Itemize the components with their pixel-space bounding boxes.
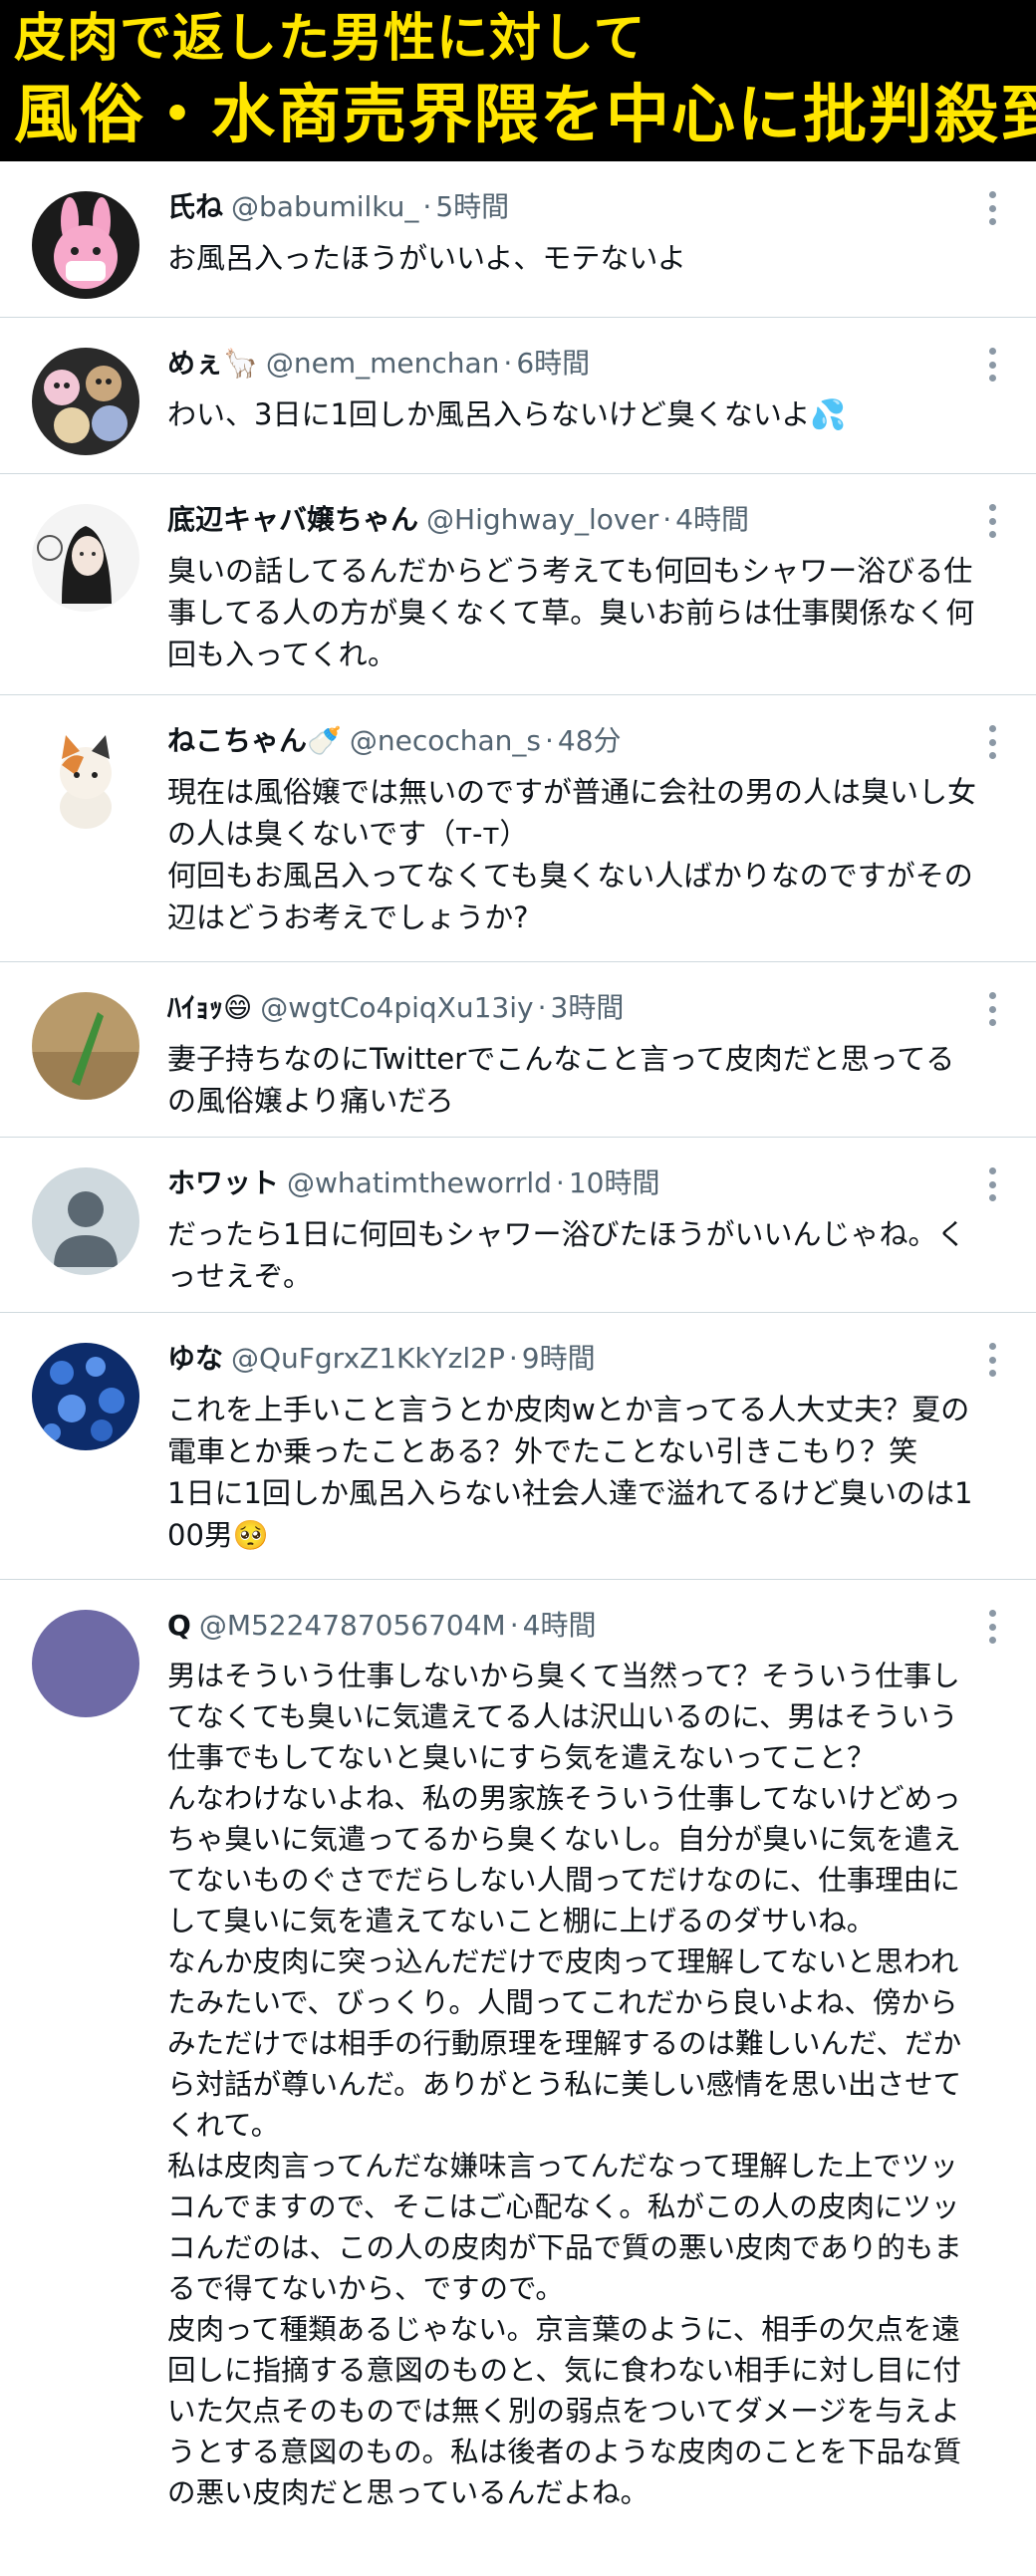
more-vertical-icon[interactable] <box>988 725 996 759</box>
more-vertical-icon[interactable] <box>988 191 996 225</box>
author-handle[interactable]: @QuFgrxZ1KkYzl2P <box>231 1342 505 1375</box>
avatar[interactable] <box>32 992 139 1100</box>
author-handle[interactable]: @wgtCo4piqXu13iy <box>260 991 533 1024</box>
headline-line-2: 風俗・水商売界隈を中心に批判殺到 <box>14 79 1036 152</box>
tweet-text: 臭いの話してるんだからどう考えても何回もシャワー浴びる仕事してる人の方が臭くなく… <box>167 554 975 671</box>
separator-dot: · <box>662 503 672 536</box>
reply-tweet[interactable]: ホワット @whatimtheworrld · 10時間 だったら1日に何回もシャワー… <box>0 1138 1036 1313</box>
author-name[interactable]: Q <box>167 1609 191 1642</box>
timestamp[interactable]: 10時間 <box>569 1166 660 1199</box>
tweet-text: わい、3日に1回しか風呂入らないけど臭くないよ💦 <box>167 397 847 431</box>
reply-tweet[interactable]: ゆな @QuFgrxZ1KkYzl2P · 9時間 これを上手いこと言うとか皮肉wとか… <box>0 1313 1036 1580</box>
more-vertical-icon[interactable] <box>988 1167 996 1201</box>
timestamp[interactable]: 6時間 <box>516 347 590 380</box>
author-handle[interactable]: @nem_menchan <box>266 347 500 380</box>
tweet-text: 現在は風俗嬢では無いのですが普通に会社の男の人は臭いし女の人は臭くないです（ᴛ-… <box>167 775 977 934</box>
tweet-text: 男はそういう仕事しないから臭くて当然って？そういう仕事してなくても臭いに気遣えて… <box>167 1660 962 2509</box>
timestamp[interactable]: 3時間 <box>551 991 625 1024</box>
tweet-text: 妻子持ちなのにTwitterでこんなこと言って皮肉だと思ってるの風俗嬢より痛いだ… <box>167 1042 955 1118</box>
headline-line-1: 皮肉で返した男性に対して <box>14 9 647 69</box>
default-person-avatar <box>32 1167 139 1275</box>
avatar[interactable] <box>32 191 139 299</box>
avatar[interactable] <box>32 1343 139 1450</box>
author-name[interactable]: 氏ね <box>167 190 223 223</box>
author-name[interactable]: めぇ🦙 <box>167 347 258 380</box>
avatar[interactable] <box>32 348 139 455</box>
more-vertical-icon[interactable] <box>988 348 996 382</box>
author-handle[interactable]: @necochan_s <box>350 724 541 757</box>
avatar[interactable] <box>32 1167 139 1275</box>
reply-tweet[interactable]: 底辺キャバ嬢ちゃん @Highway_lover · 4時間 臭いの話してるんだからど… <box>0 474 1036 695</box>
headline-banner: 皮肉で返した男性に対して 風俗・水商売界隈を中心に批判殺到 <box>0 0 1036 161</box>
separator-dot: · <box>422 190 432 223</box>
sketch-girl-avatar <box>32 504 139 612</box>
reply-feed: 氏ね @babumilku_ · 5時間 お風呂入ったほうがいいよ、モテないよ めぇ🦙… <box>0 161 1036 2576</box>
author-name[interactable]: 底辺キャバ嬢ちゃん <box>167 503 418 536</box>
timestamp[interactable]: 9時間 <box>522 1342 596 1375</box>
reply-tweet[interactable]: ﾊｲｮｯ😄 @wgtCo4piqXu13iy · 3時間 妻子持ちなのにTwitter… <box>0 962 1036 1138</box>
more-vertical-icon[interactable] <box>988 1343 996 1377</box>
avatar[interactable] <box>32 725 139 833</box>
separator-dot: · <box>545 724 554 757</box>
more-vertical-icon[interactable] <box>988 504 996 538</box>
separator-dot: · <box>503 347 513 380</box>
timestamp[interactable]: 4時間 <box>523 1609 597 1642</box>
purple-circle-avatar <box>32 1610 139 1717</box>
timestamp[interactable]: 48分 <box>558 724 622 757</box>
avatar[interactable] <box>32 1610 139 1717</box>
author-name[interactable]: ねこちゃん🍼 <box>167 724 342 757</box>
separator-dot: · <box>537 991 547 1024</box>
separator-dot: · <box>508 1342 518 1375</box>
pink-bunny-mask-avatar <box>32 191 139 299</box>
calico-cat-avatar <box>32 725 139 833</box>
reply-tweet[interactable]: Q @M5224787056704M · 4時間 男はそういう仕事しないから臭くて当然… <box>0 1580 1036 2576</box>
timestamp[interactable]: 4時間 <box>675 503 749 536</box>
tweet-text: お風呂入ったほうがいいよ、モテないよ <box>167 241 686 275</box>
more-vertical-icon[interactable] <box>988 992 996 1026</box>
author-name[interactable]: ゆな <box>167 1342 223 1375</box>
avatar[interactable] <box>32 504 139 612</box>
author-handle[interactable]: @M5224787056704M <box>199 1609 506 1642</box>
tweet-text: これを上手いこと言うとか皮肉wとか言ってる人大丈夫？夏の電車とか乗ったことある？… <box>167 1393 973 1552</box>
author-handle[interactable]: @Highway_lover <box>426 503 658 536</box>
reply-tweet[interactable]: めぇ🦙 @nem_menchan · 6時間 わい、3日に1回しか風呂入らないけど臭く… <box>0 318 1036 474</box>
reply-tweet[interactable]: ねこちゃん🍼 @necochan_s · 48分 現在は風俗嬢では無いのですが普通に会… <box>0 695 1036 962</box>
author-handle[interactable]: @babumilku_ <box>231 190 418 223</box>
separator-dot: · <box>555 1166 565 1199</box>
timestamp[interactable]: 5時間 <box>435 190 509 223</box>
reply-tweet[interactable]: 氏ね @babumilku_ · 5時間 お風呂入ったほうがいいよ、モテないよ <box>0 161 1036 318</box>
tweet-text: だったら1日に何回もシャワー浴びたほうがいいんじゃね。くっせえぞ。 <box>167 1217 966 1293</box>
author-name[interactable]: ホワット <box>167 1166 279 1199</box>
more-vertical-icon[interactable] <box>988 1610 996 1644</box>
author-handle[interactable]: @whatimtheworrld <box>287 1166 552 1199</box>
blue-flowers-avatar <box>32 1343 139 1450</box>
green-object-avatar <box>32 992 139 1100</box>
cartoon-group-avatar <box>32 348 139 455</box>
separator-dot: · <box>509 1609 519 1642</box>
author-name[interactable]: ﾊｲｮｯ😄 <box>167 991 252 1024</box>
